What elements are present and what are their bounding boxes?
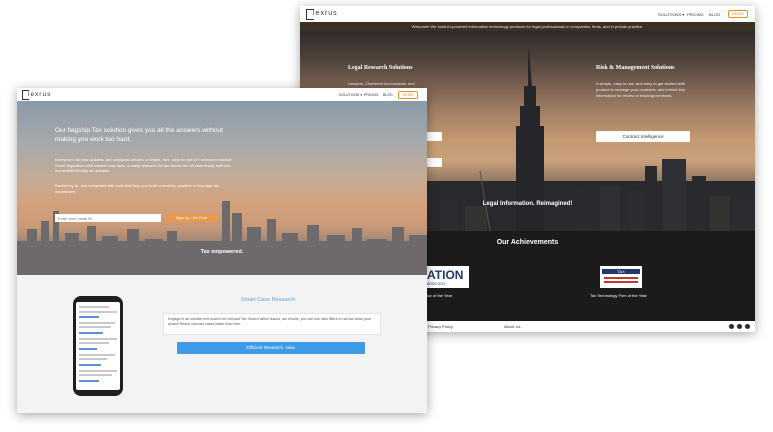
email-input[interactable]	[55, 214, 161, 222]
smart-case-section: Smart Case Research Engage in an intuiti…	[17, 275, 427, 413]
social-icon-1[interactable]	[729, 324, 734, 329]
logo[interactable]: lexrus	[28, 91, 51, 98]
hero-paragraph-1: Everyone's tax law updates, and analyzed…	[55, 157, 233, 173]
legal-research-title: Legal Research Solutions	[348, 65, 413, 71]
award-logo-2: TAX	[600, 266, 642, 288]
award-1-label: ator of the Year	[425, 293, 453, 298]
phone-mockup	[73, 296, 123, 396]
nav-demo-button[interactable]: DEMO	[398, 91, 418, 99]
footer-about-link[interactable]: About Us	[504, 324, 520, 329]
hero-paragraph-2: Backed by AI, and integrated with tools …	[55, 183, 220, 194]
nav-demo-button[interactable]: DEMO	[728, 10, 748, 18]
nav-pricing[interactable]: PRICING	[364, 93, 379, 97]
award-2-logo-text: TAX	[602, 269, 640, 274]
nav-blog[interactable]: BLOG	[383, 93, 393, 97]
nav-solutions[interactable]: SOLUTIONS ▾	[339, 93, 362, 97]
smart-case-title: Smart Case Research	[241, 297, 296, 303]
award-1-logo-sub: ARDS 2019	[427, 282, 446, 286]
front-navbar: lexrus SOLUTIONS ▾ PRICING BLOG DEMO	[17, 88, 427, 101]
phone-screen	[76, 302, 120, 390]
award-2-label: Tax Technology Firm of the Year	[590, 293, 647, 298]
social-icon-2[interactable]	[737, 324, 742, 329]
award-logo-1: ATION ARDS 2019	[425, 266, 469, 288]
legal-research-button-1[interactable]	[425, 132, 442, 141]
risk-management-text: A simple, easy to use, and easy to get s…	[596, 81, 685, 98]
hero-heading: Our flagship Tax solution gives you all …	[55, 127, 223, 143]
risk-management-title: Risk & Management Solutions	[596, 65, 675, 71]
nav-pricing[interactable]: PRICING	[687, 12, 704, 17]
nav-blog[interactable]: BLOG	[709, 12, 720, 17]
contract-intelligence-button[interactable]: Contract Intelligence	[596, 131, 690, 142]
award-1-logo-text: ATION	[427, 268, 464, 282]
smart-case-description: Engage in an intuitive text search for r…	[163, 313, 381, 335]
tax-empowered-text: Tax empowered.	[200, 249, 244, 255]
logo[interactable]: lexrus	[313, 10, 338, 17]
legal-research-button-2[interactable]	[425, 158, 442, 167]
efficient-research-button[interactable]: Efficient Research. Now.	[177, 342, 365, 354]
back-navbar: lexrus SOLUTIONS ▾ PRICING BLOG DEMO	[300, 6, 755, 22]
signup-button[interactable]: Sign up - It's Free	[165, 214, 218, 222]
nav-solutions[interactable]: SOLUTIONS ▾	[658, 12, 684, 17]
footer-privacy-link[interactable]: Privacy Policy	[428, 324, 453, 329]
social-icon-3[interactable]	[745, 324, 750, 329]
hero-section: Our flagship Tax solution gives you all …	[17, 101, 427, 275]
welcome-banner: Welcome! We build AI-powered information…	[300, 22, 755, 31]
front-browser-window: lexrus SOLUTIONS ▾ PRICING BLOG DEMO Our…	[17, 88, 427, 413]
